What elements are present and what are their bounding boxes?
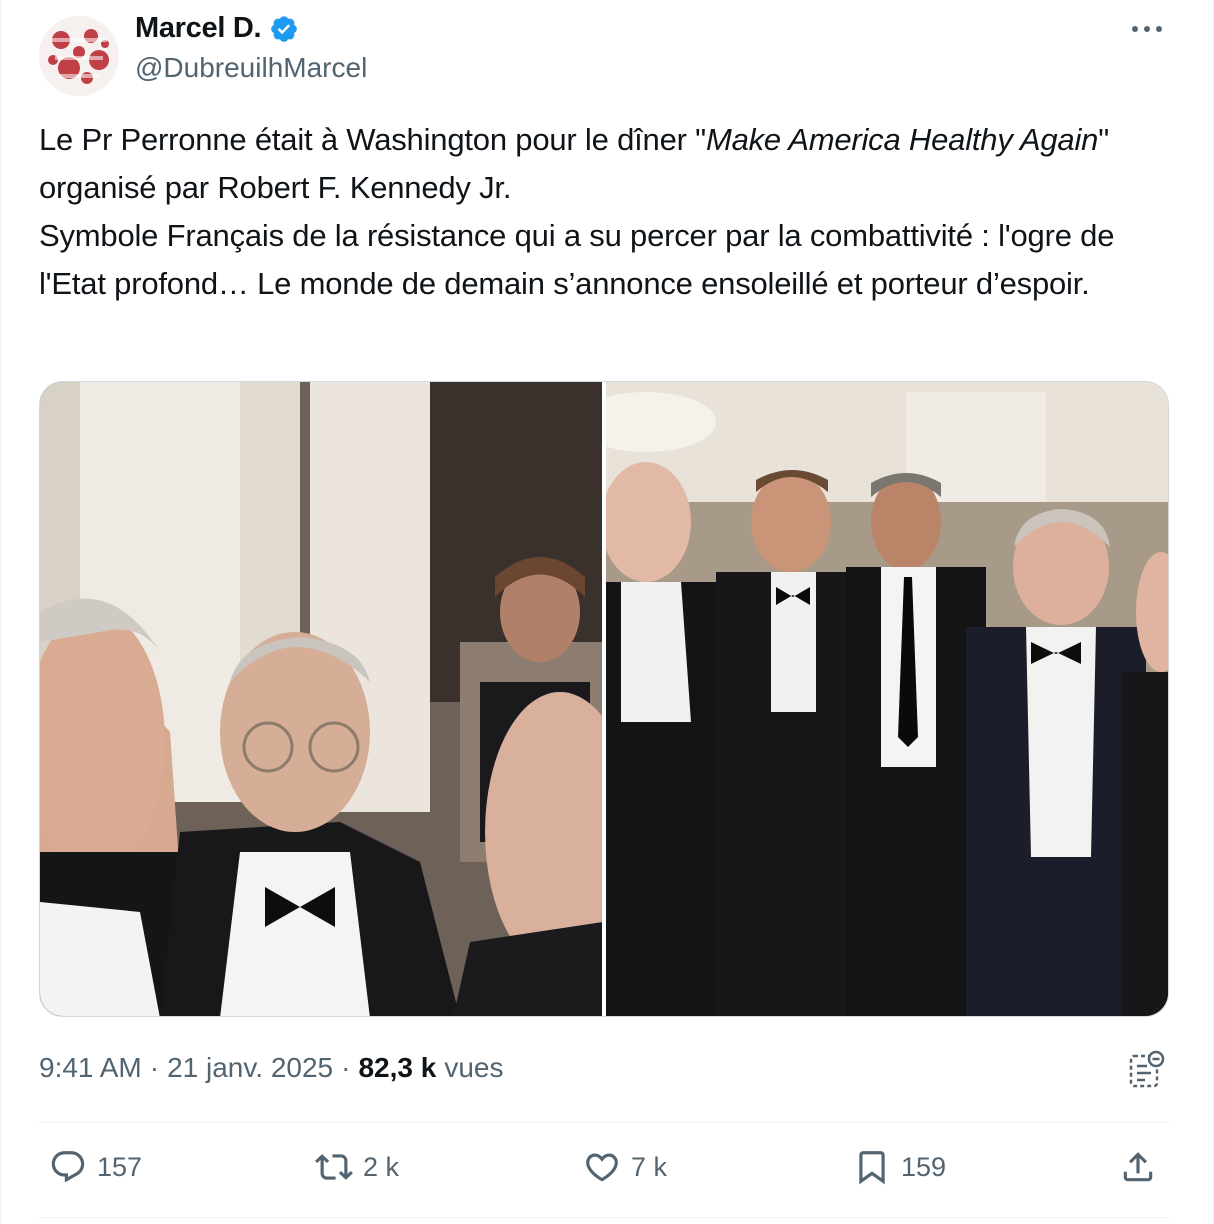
meta-separator: · — [149, 1052, 160, 1083]
heart-icon — [586, 1153, 618, 1182]
reply-count: 157 — [97, 1151, 143, 1182]
tweet-media-grid — [39, 381, 1169, 1017]
tweet-text-paragraph-1: Le Pr Perronne était à Washington pour l… — [39, 116, 1169, 212]
bookmark-count: 159 — [901, 1151, 947, 1182]
author-handle[interactable]: @DubreuilhMarcel — [135, 52, 367, 84]
tweet-text-part1: Le Pr Perronne était à Washington pour l… — [39, 122, 706, 157]
tweet-text-italic: Make America Healthy Again — [705, 122, 1099, 157]
tweet-meta: 9:41 AM · 21 janv. 2025 · 82,3 k vues — [39, 1052, 503, 1084]
repost-button[interactable]: 2 k — [315, 1148, 399, 1186]
tweet-card: Marcel D. @DubreuilhMarcel Le Pr Perronn… — [0, 0, 1214, 1224]
like-button[interactable]: 7 k — [583, 1148, 667, 1186]
more-options-icon[interactable] — [1129, 18, 1165, 40]
tweet-actions-bar: 157 2 k 7 k 159 — [49, 1148, 1169, 1196]
tweet-text-paragraph-2: Symbole Français de la résistance qui a … — [39, 218, 1115, 301]
reply-icon — [51, 1151, 85, 1183]
tweet-date[interactable]: 21 janv. 2025 — [167, 1052, 333, 1084]
like-count: 7 k — [631, 1151, 668, 1182]
view-analytics-icon[interactable] — [1129, 1050, 1165, 1090]
photo-four-men-tuxedos[interactable] — [606, 382, 1168, 1016]
red-stamp-avatar-icon — [39, 16, 119, 96]
author-name-row[interactable]: Marcel D. — [135, 12, 299, 45]
views-count: 82,3 k — [358, 1052, 437, 1083]
bookmark-icon — [859, 1151, 885, 1185]
divider-top — [39, 1122, 1169, 1123]
share-button[interactable] — [1119, 1148, 1157, 1186]
divider-bottom — [39, 1217, 1169, 1218]
author-display-name[interactable]: Marcel D. — [135, 12, 262, 45]
photo-selfie-group[interactable] — [40, 382, 602, 1016]
tweet-time[interactable]: 9:41 AM — [39, 1052, 142, 1084]
verified-badge-icon — [269, 14, 299, 44]
reply-button[interactable]: 157 — [49, 1148, 142, 1186]
repost-count: 2 k — [363, 1151, 400, 1182]
bookmark-button[interactable]: 159 — [853, 1148, 946, 1186]
views-label: vues — [444, 1052, 504, 1083]
photo-four-men-tuxedos-image — [606, 382, 1168, 1016]
share-icon — [1123, 1152, 1153, 1182]
repost-icon — [315, 1154, 353, 1180]
photo-selfie-group-image — [40, 382, 602, 1016]
meta-separator-2: · — [341, 1052, 351, 1083]
author-avatar[interactable] — [39, 16, 119, 96]
tweet-text: Le Pr Perronne était à Washington pour l… — [39, 116, 1169, 308]
